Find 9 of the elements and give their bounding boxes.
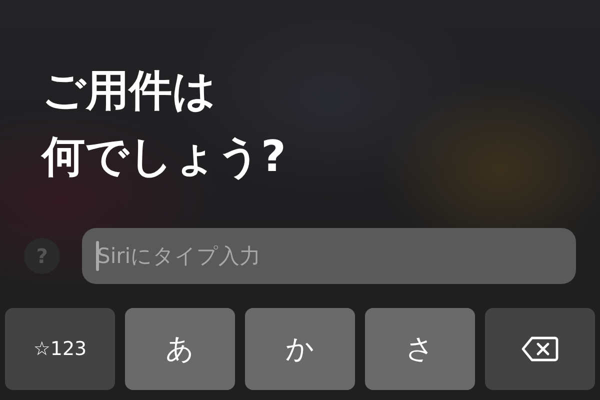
input-field[interactable]: Siriにタイプ入力 — [82, 228, 576, 284]
keyboard-key[interactable]: さ — [365, 308, 475, 390]
text-cursor — [96, 241, 99, 271]
siri-prompt: ご用件は 何でしょう? — [42, 65, 286, 184]
delete-key[interactable] — [485, 308, 595, 390]
symbol-key[interactable]: ☆123 — [5, 308, 115, 390]
delete-icon — [521, 336, 559, 362]
keyboard-key[interactable]: か — [245, 308, 355, 390]
keyboard-key[interactable]: あ — [125, 308, 235, 390]
